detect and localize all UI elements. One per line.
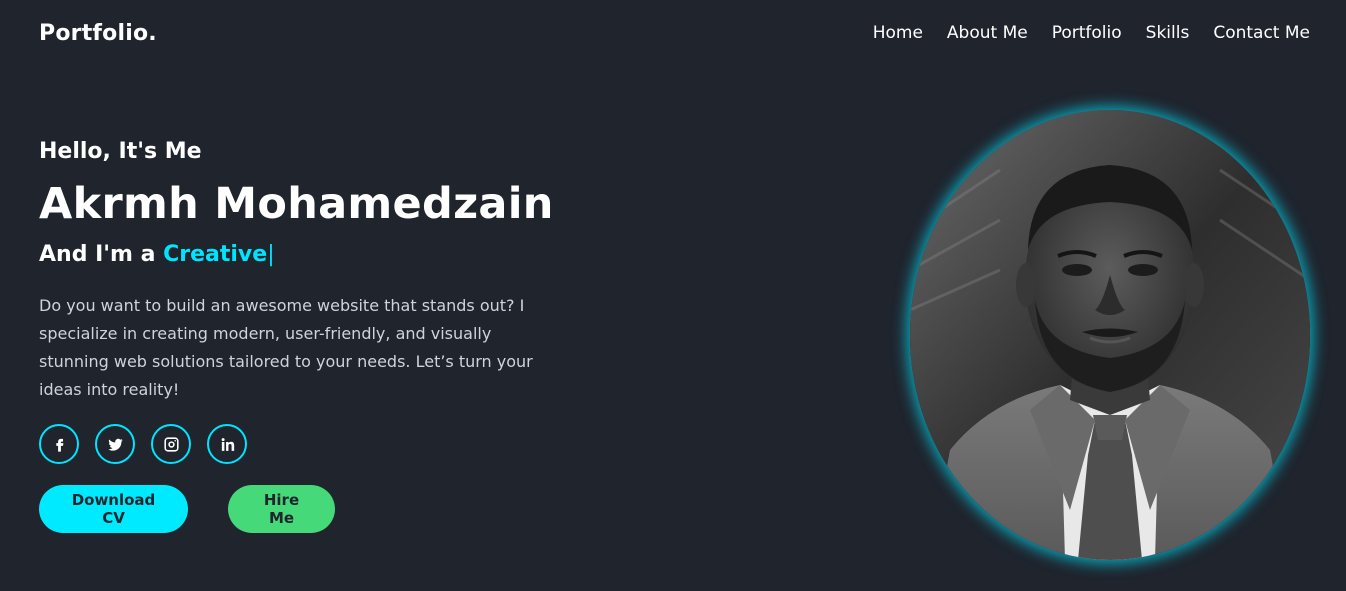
twitter-link[interactable]: [95, 424, 135, 464]
role-highlight: Creative: [163, 242, 268, 267]
profile-portrait-illustration: [910, 110, 1310, 560]
hero-description: Do you want to build an awesome website …: [39, 296, 533, 399]
main-nav: Home About Me Portfolio Skills Contact M…: [873, 23, 1310, 43]
nav-portfolio[interactable]: Portfolio: [1052, 23, 1122, 43]
nav-home[interactable]: Home: [873, 23, 923, 43]
hero-buttons: Download CV Hire Me: [39, 485, 559, 533]
typing-caret: |: [267, 242, 275, 267]
social-links: [39, 424, 559, 464]
download-cv-button[interactable]: Download CV: [39, 485, 188, 533]
twitter-icon: [107, 438, 123, 451]
logo[interactable]: Portfolio.: [39, 21, 157, 46]
instagram-icon: [163, 436, 179, 452]
nav-contact-me[interactable]: Contact Me: [1213, 23, 1310, 43]
role-line: And I'm a Creative|: [39, 238, 559, 272]
linkedin-icon: [221, 437, 234, 451]
facebook-icon: [55, 438, 63, 452]
hire-me-button[interactable]: Hire Me: [228, 485, 335, 533]
greeting-text: Hello, It's Me: [39, 139, 202, 164]
hero-name: Akrmh Mohamedzain: [39, 179, 554, 229]
nav-skills[interactable]: Skills: [1146, 23, 1190, 43]
site-header: Portfolio. Home About Me Portfolio Skill…: [0, 0, 1346, 66]
linkedin-link[interactable]: [207, 424, 247, 464]
nav-about-me[interactable]: About Me: [947, 23, 1028, 43]
facebook-link[interactable]: [39, 424, 79, 464]
hero-content: Hello, It's Me Akrmh Mohamedzain And I'm…: [39, 136, 559, 533]
profile-photo: [910, 110, 1310, 560]
role-prefix: And I'm a: [39, 242, 164, 267]
instagram-link[interactable]: [151, 424, 191, 464]
